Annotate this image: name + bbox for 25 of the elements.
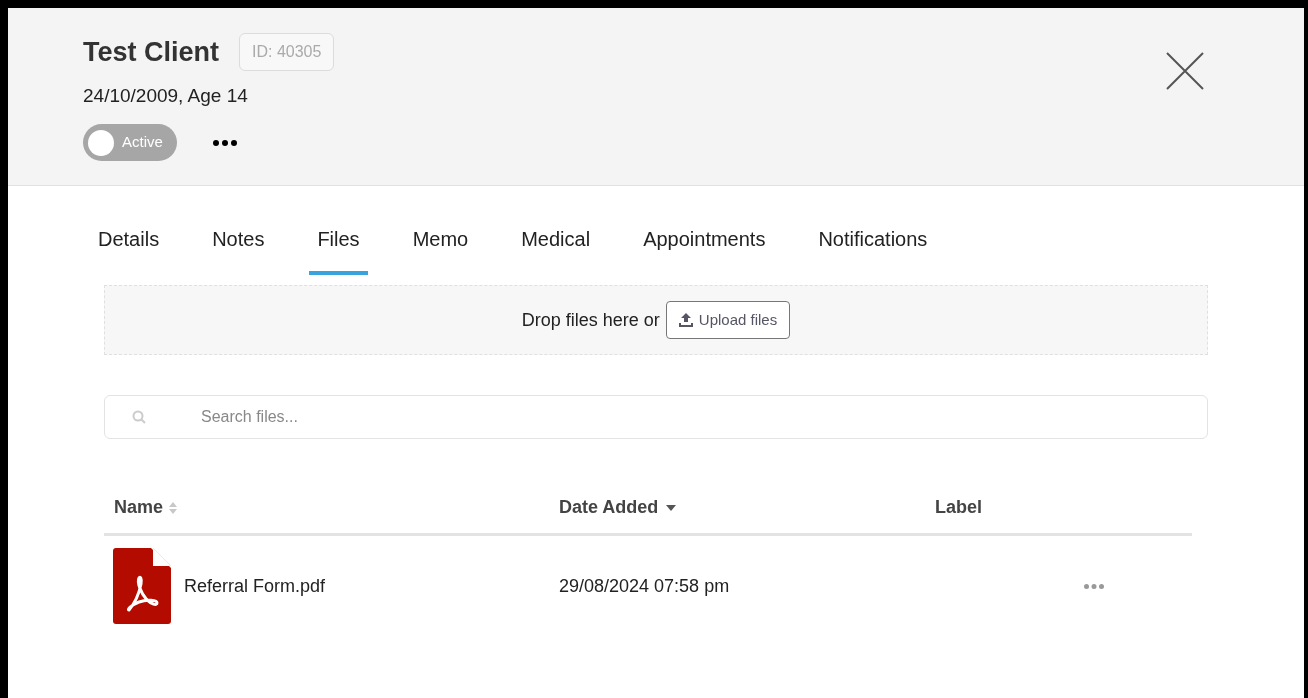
tab[interactable]: Notes <box>204 224 273 275</box>
close-icon[interactable] <box>1166 52 1204 90</box>
column-header[interactable]: Name <box>114 494 164 521</box>
tab[interactable]: Appointments <box>635 224 774 275</box>
column-header[interactable]: Date Added <box>559 494 659 521</box>
dropzone-text: Drop files here or <box>521 308 660 332</box>
search-icon <box>132 410 146 424</box>
date-added-cell-text: 29/08/2024 07:58 pm <box>558 574 731 598</box>
upload-button[interactable]: Upload files <box>665 301 791 339</box>
tab[interactable]: Notifications <box>810 224 936 275</box>
column-header[interactable]: Label <box>935 494 982 521</box>
birth-date-age: 24/10/2009, Age 14 <box>83 83 249 108</box>
pdf-file-icon <box>113 548 171 624</box>
dropzone[interactable]: Drop files here or Upload files <box>104 285 1208 355</box>
more-icon[interactable] <box>212 139 237 146</box>
search-field[interactable]: Search files... <box>104 395 1208 439</box>
tab[interactable]: Details <box>90 224 168 275</box>
upload-icon <box>678 313 693 327</box>
caret-down-icon[interactable] <box>666 504 677 511</box>
tab[interactable]: Files <box>309 224 368 275</box>
id-badge: ID: 40305 <box>239 33 335 72</box>
tab[interactable]: Medical <box>513 224 599 275</box>
tab[interactable]: Memo <box>404 224 477 275</box>
file-name[interactable]: Referral Form.pdf <box>184 572 326 600</box>
client-name: Test Client <box>83 36 219 69</box>
